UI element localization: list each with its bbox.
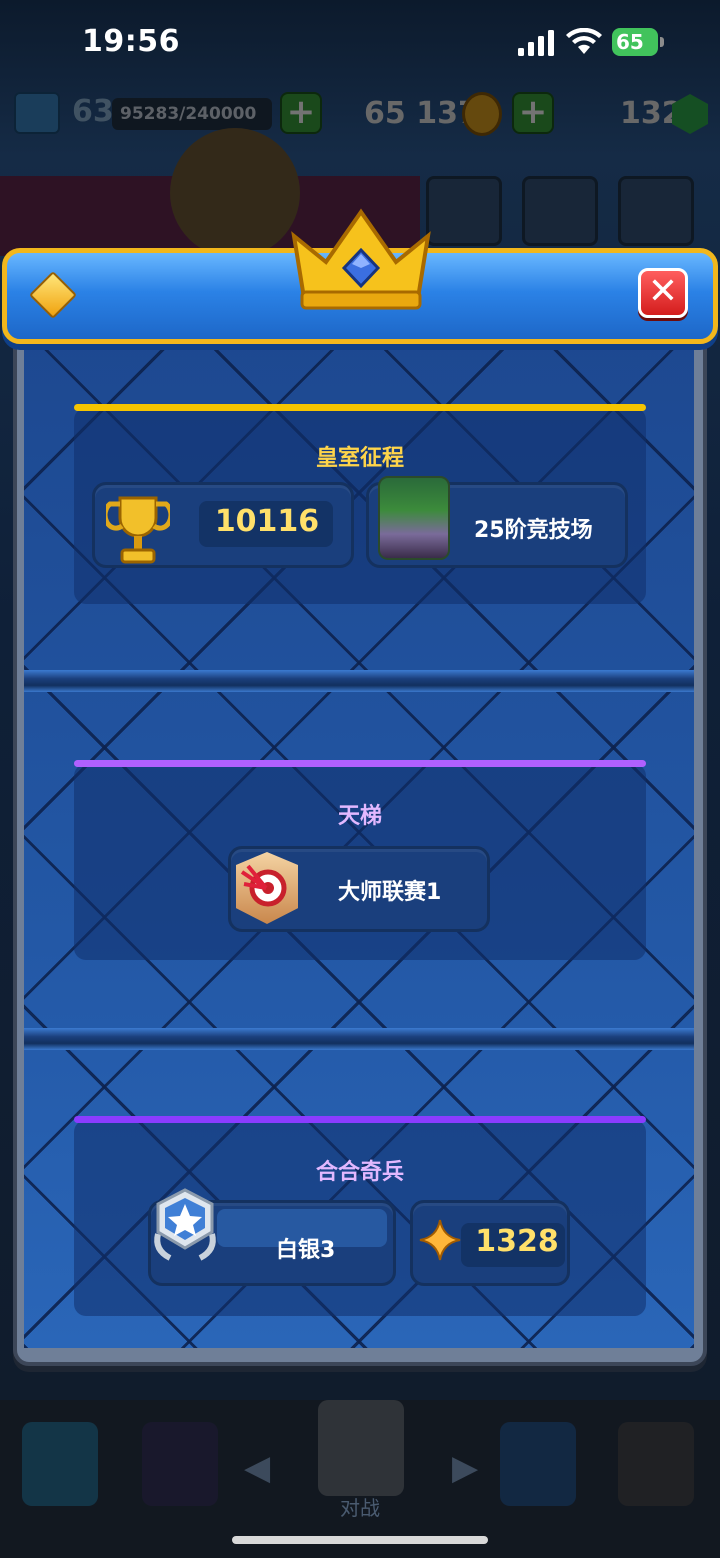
battle-tab-icon[interactable] xyxy=(318,1400,404,1496)
bullseye-icon xyxy=(240,864,287,907)
battery-level: 65 xyxy=(612,28,658,56)
sparkle-icon xyxy=(419,1219,461,1261)
gold-coin-icon xyxy=(462,92,502,136)
status-bar: 19:56 65 xyxy=(0,0,720,86)
royal-path-title: 皇室征程 xyxy=(315,446,404,471)
chevron-left-icon[interactable]: ◀ xyxy=(244,1448,270,1488)
merge-tactics-accent-line xyxy=(74,1116,646,1123)
background-character-icon xyxy=(170,128,300,258)
player-level-shield-icon xyxy=(14,92,60,134)
trophy-count: 10116 xyxy=(214,504,320,539)
section-divider xyxy=(24,670,694,692)
silver-rank-badge-icon xyxy=(154,1188,216,1261)
arena-name: 25阶竞技场 xyxy=(474,518,593,543)
social-button xyxy=(426,176,502,246)
buy-gold-button[interactable]: + xyxy=(280,92,322,134)
ladder-title: 天梯 xyxy=(337,804,382,829)
chevron-right-icon[interactable]: ▶ xyxy=(452,1448,478,1488)
buy-gems-button[interactable]: + xyxy=(512,92,554,134)
cellular-signal-icon xyxy=(518,30,554,56)
top-hud: 63 95283/240000 + 65 137 + 132 xyxy=(0,86,720,146)
rank-name: 白银3 xyxy=(276,1238,336,1263)
royal-path-accent-line xyxy=(74,404,646,411)
player-level: 63 xyxy=(72,94,114,129)
arena-image xyxy=(378,476,450,560)
section-divider xyxy=(24,1028,694,1050)
crown-icon xyxy=(291,208,431,310)
bottom-navigation xyxy=(0,1400,720,1558)
status-time: 19:56 xyxy=(82,24,180,59)
close-button[interactable]: ✕ xyxy=(638,268,688,318)
battle-tab-label: 对战 xyxy=(340,1496,380,1520)
merge-tactics-title: 合合奇兵 xyxy=(315,1160,404,1185)
league-name: 大师联赛1 xyxy=(338,880,442,905)
points-count: 1328 xyxy=(475,1224,559,1259)
home-indicator xyxy=(232,1536,488,1544)
news-button xyxy=(522,176,598,246)
ladder-accent-line xyxy=(74,760,646,767)
menu-button xyxy=(618,176,694,246)
wifi-icon xyxy=(566,28,602,54)
xp-progress-text: 95283/240000 xyxy=(120,104,257,124)
battery-icon: 65 xyxy=(612,28,664,56)
trophy-icon xyxy=(106,496,170,564)
